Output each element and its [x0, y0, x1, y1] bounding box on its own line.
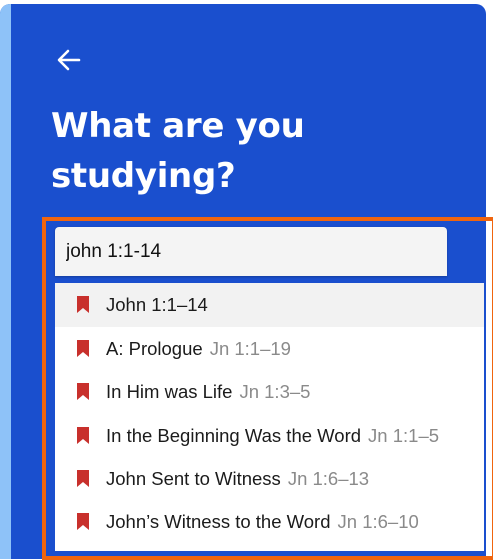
- back-button[interactable]: [53, 44, 85, 76]
- suggestion-ref: Jn 1:6–10: [337, 511, 419, 532]
- suggestion-item[interactable]: John 1:1–14: [55, 283, 484, 327]
- suggestion-item[interactable]: John Sent to Witness Jn 1:6–13: [55, 457, 484, 501]
- page-title: What are you studying?: [51, 106, 305, 196]
- search-input[interactable]: [55, 227, 436, 276]
- suggestion-ref: Jn 1:3–5: [239, 381, 311, 402]
- suggestion-item[interactable]: In Him was Life Jn 1:3–5: [55, 370, 484, 414]
- panel-edge: [0, 4, 11, 559]
- bookmark-icon: [77, 340, 89, 357]
- suggestion-ref: Jn 1:1–19: [209, 338, 291, 359]
- suggestion-label: In the Beginning Was the Word: [106, 425, 362, 446]
- suggestion-item[interactable]: In the Beginning Was the Word Jn 1:1–5: [55, 414, 484, 458]
- bookmark-icon: [77, 513, 89, 530]
- suggestion-item[interactable]: John’s Witness to the Word Jn 1:6–10: [55, 500, 484, 544]
- suggestion-label: John Sent to Witness: [106, 468, 281, 489]
- bookmark-icon: [77, 296, 89, 313]
- search-box[interactable]: [55, 227, 447, 276]
- suggestion-label: John 1:1–14: [106, 294, 208, 315]
- arrow-left-icon: [57, 49, 81, 71]
- suggestion-item[interactable]: A: Prologue Jn 1:1–19: [55, 327, 484, 371]
- suggestion-ref: Jn 1:1–5: [368, 425, 440, 446]
- bookmark-icon: [77, 383, 89, 400]
- suggestion-label: John’s Witness to the Word: [106, 511, 331, 532]
- suggestion-label: In Him was Life: [106, 381, 233, 402]
- suggestions-dropdown: John 1:1–14 A: Prologue Jn 1:1–19 In Him …: [55, 283, 484, 551]
- suggestion-ref: Jn 1:6–13: [287, 468, 370, 489]
- bookmark-icon: [77, 427, 89, 444]
- bookmark-icon: [77, 470, 89, 487]
- suggestion-label: A: Prologue: [106, 338, 203, 359]
